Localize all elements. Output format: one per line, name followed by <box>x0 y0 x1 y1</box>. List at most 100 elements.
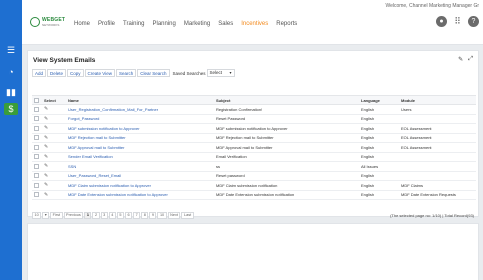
saved-search-select[interactable]: Select <box>206 69 235 77</box>
table-row[interactable]: ✎ MDF Claim submission notification to Ap… <box>32 180 476 191</box>
row-edit-cell: ✎ <box>42 152 66 162</box>
nav-reports[interactable]: Reports <box>276 21 297 27</box>
edit-pencil-icon[interactable]: ✎ <box>44 182 48 188</box>
menu-icon[interactable]: ☰ <box>4 44 18 56</box>
edit-pencil-icon[interactable]: ✎ <box>44 116 48 122</box>
table-row[interactable]: ✎ MDF Approval mail to Submitter MDF Appro… <box>32 142 476 153</box>
help-icon[interactable]: ? <box>468 16 479 27</box>
nav-home[interactable]: Home <box>74 21 90 27</box>
page-number-button[interactable]: 4 <box>108 212 116 219</box>
nav-incentives[interactable]: Incentives <box>241 21 268 27</box>
row-checkbox[interactable] <box>34 135 39 141</box>
row-name[interactable]: MDF Date Extension submission notificati… <box>66 190 214 200</box>
row-module: MDF Date Extension Requests <box>399 190 476 200</box>
header-name[interactable]: Name <box>66 95 214 105</box>
edit-pencil-icon[interactable]: ✎ <box>44 144 48 150</box>
edit-pencil-icon[interactable]: ✎ <box>44 163 48 169</box>
next-page-button[interactable]: Next <box>167 212 181 219</box>
page-number-button[interactable]: 1 <box>84 212 92 219</box>
page-number-button[interactable]: 9 <box>149 212 157 219</box>
table-row[interactable]: ✎ SSN ss All Issues <box>32 161 476 172</box>
row-checkbox[interactable] <box>34 144 39 150</box>
settings-icon[interactable]: ✎ <box>458 56 463 63</box>
currency-icon[interactable]: $ <box>4 103 18 115</box>
user-icon[interactable]: ● <box>436 16 447 27</box>
apps-icon[interactable]: ▮▮ <box>4 86 18 98</box>
edit-pencil-icon[interactable]: ✎ <box>44 106 48 112</box>
page-title: View System Emails <box>33 57 96 64</box>
logo-mark-icon <box>30 17 40 27</box>
page-number-button[interactable]: 6 <box>124 212 133 219</box>
previous-page-button[interactable]: Previous <box>63 212 84 219</box>
row-checkbox[interactable] <box>34 106 39 112</box>
select-all-checkbox[interactable] <box>34 97 39 103</box>
delete-button[interactable]: Delete <box>47 69 67 77</box>
page-number-button[interactable]: 3 <box>100 212 108 219</box>
first-page-button[interactable]: First <box>50 212 63 219</box>
clear-search-button[interactable]: Clear Search <box>137 69 170 77</box>
table-row[interactable]: ✎ User_Registration_Confirmation_Mail_For… <box>32 104 476 115</box>
page-number-button[interactable]: 2 <box>92 212 100 219</box>
row-language: All Issues <box>359 161 399 172</box>
search-button[interactable]: Search <box>115 69 137 77</box>
row-name[interactable]: MDF Approval mail to Submitter <box>66 142 214 153</box>
edit-pencil-icon[interactable]: ✎ <box>44 173 48 179</box>
row-checkbox[interactable] <box>34 182 39 188</box>
nav-planning[interactable]: Planning <box>153 21 176 27</box>
row-edit-cell: ✎ <box>42 123 66 134</box>
table-row[interactable]: ✎ User_Password_Reset_Email Reset password… <box>32 171 476 181</box>
nav-sales[interactable]: Sales <box>218 21 233 27</box>
table-row[interactable]: ✎ MDF submission notification to Approver… <box>32 123 476 134</box>
table-row[interactable]: ✎ MDF Date Extension submission notificat… <box>32 190 476 200</box>
row-checkbox[interactable] <box>34 154 39 160</box>
nav-training[interactable]: Training <box>123 21 144 27</box>
row-module <box>399 114 476 124</box>
nav-marketing[interactable]: Marketing <box>184 21 210 27</box>
row-name[interactable]: MDF Rejection mail to Submitter <box>66 133 214 143</box>
page-size-dropdown-icon[interactable]: ▾ <box>42 212 50 219</box>
logo-subtext: NETWORKS <box>42 23 60 27</box>
page-size-select[interactable]: 10 <box>32 212 42 219</box>
row-name[interactable]: Forgot_Password <box>66 114 214 124</box>
row-name[interactable]: MDF submission notification to Approver <box>66 123 214 134</box>
last-page-button[interactable]: Last <box>181 212 194 219</box>
nav-profile[interactable]: Profile <box>98 21 115 27</box>
row-checkbox-cell <box>32 142 42 153</box>
create-view-button[interactable]: Create View <box>84 69 115 77</box>
row-checkbox[interactable] <box>34 173 39 179</box>
header-select: Select <box>42 95 66 105</box>
edit-pencil-icon[interactable]: ✎ <box>44 125 48 131</box>
header-subject[interactable]: Subject <box>214 95 359 105</box>
left-sidebar: ☰ ◔ ▮▮ $ <box>0 0 22 280</box>
edit-pencil-icon[interactable]: ✎ <box>44 135 48 141</box>
row-name[interactable]: MDF Claim submission notification to App… <box>66 180 214 191</box>
row-checkbox[interactable] <box>34 125 39 131</box>
page-number-button[interactable]: 5 <box>116 212 124 219</box>
apps-grid-icon[interactable]: ⠿ <box>452 16 463 27</box>
page-number-button[interactable]: 8 <box>141 212 149 219</box>
row-name[interactable]: Sender Email Verification <box>66 152 214 162</box>
row-edit-cell: ✎ <box>42 142 66 153</box>
row-checkbox[interactable] <box>34 163 39 169</box>
edit-pencil-icon[interactable]: ✎ <box>44 154 48 160</box>
row-checkbox[interactable] <box>34 116 39 122</box>
table-row[interactable]: ✎ Sender Email Verification Email Verifica… <box>32 152 476 162</box>
page-number-button[interactable]: 10 <box>157 212 167 219</box>
row-name[interactable]: User_Registration_Confirmation_Mail_For_… <box>66 104 214 115</box>
add-button[interactable]: Add <box>32 69 47 77</box>
row-name[interactable]: User_Password_Reset_Email <box>66 171 214 181</box>
expand-icon[interactable]: ⤢ <box>468 56 473 63</box>
table-row[interactable]: ✎ Forgot_Password Reset Password English <box>32 114 476 124</box>
page-number-button[interactable]: 7 <box>133 212 141 219</box>
row-checkbox[interactable] <box>34 192 39 198</box>
edit-pencil-icon[interactable]: ✎ <box>44 192 48 198</box>
row-language: English <box>359 152 399 162</box>
row-name[interactable]: SSN <box>66 161 214 172</box>
chart-icon[interactable]: ◔ <box>4 66 18 78</box>
header-module[interactable]: Module <box>399 95 476 105</box>
logo[interactable]: WEBGET NETWORKS <box>30 16 65 30</box>
table-row[interactable]: ✎ MDF Rejection mail to Submitter MDF Reje… <box>32 133 476 143</box>
header-language[interactable]: Language <box>359 95 399 105</box>
pagination: 10 ▾ First Previous 1 2 3 4 5 6 7 8 9 10 Next Las… <box>32 212 194 219</box>
copy-button[interactable]: Copy <box>67 69 84 77</box>
